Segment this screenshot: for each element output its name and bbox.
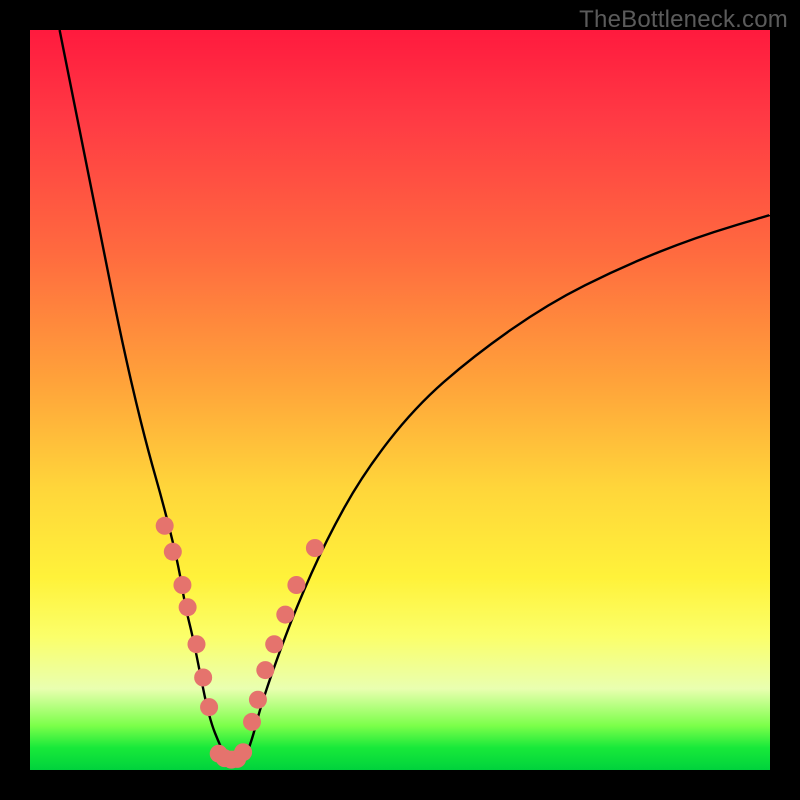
left-curve: [60, 30, 230, 760]
data-points-right-branch: [243, 539, 324, 731]
data-point: [200, 698, 218, 716]
data-point: [243, 713, 261, 731]
data-point: [234, 743, 252, 761]
data-points-bottom-cluster: [210, 743, 252, 768]
data-point: [164, 543, 182, 561]
data-point: [249, 691, 267, 709]
chart-frame: TheBottleneck.com: [0, 0, 800, 800]
data-point: [173, 576, 191, 594]
chart-svg: [30, 30, 770, 770]
data-point: [256, 661, 274, 679]
right-curve: [245, 215, 770, 760]
data-point: [276, 606, 294, 624]
data-point: [306, 539, 324, 557]
plot-area: [30, 30, 770, 770]
data-point: [194, 669, 212, 687]
data-point: [287, 576, 305, 594]
data-point: [179, 598, 197, 616]
data-point: [156, 517, 174, 535]
data-point: [188, 635, 206, 653]
data-point: [265, 635, 283, 653]
